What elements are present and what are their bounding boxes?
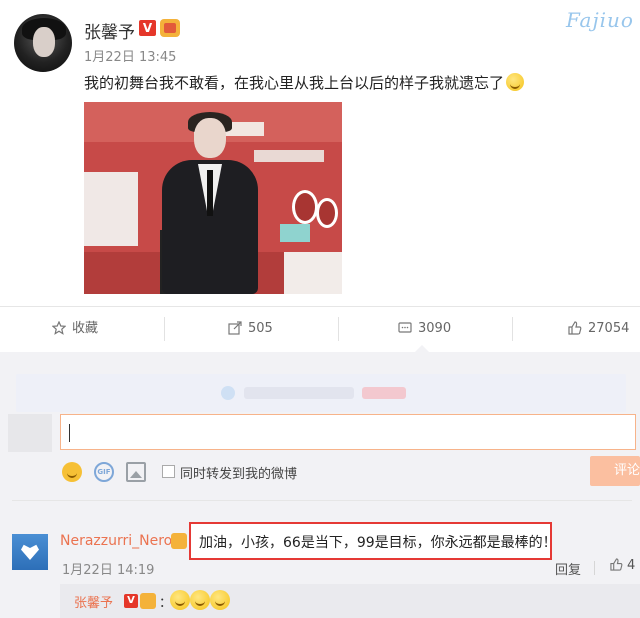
- like-count: 27054: [588, 321, 630, 336]
- current-user-avatar: [8, 414, 52, 452]
- thumbs-up-icon: [610, 558, 623, 575]
- blurred-banner: [16, 374, 626, 412]
- reply-button[interactable]: 回复: [555, 559, 581, 578]
- comment-like-count: 4: [627, 558, 636, 573]
- reply-author-name[interactable]: 张馨予: [74, 592, 113, 611]
- action-divider: [338, 317, 339, 341]
- author-avatar[interactable]: [14, 14, 72, 72]
- repost-icon: [228, 321, 242, 342]
- highlighted-comment-box: 加油，小孩，66是当下，99是目标，你永远都是最棒的！: [189, 522, 557, 560]
- member-level-icon: [171, 533, 187, 549]
- watermark: Fajiuo: [566, 8, 634, 32]
- divider: [12, 500, 632, 501]
- photo-person-head: [194, 118, 226, 158]
- image-upload-icon[interactable]: [126, 462, 146, 482]
- gif-icon[interactable]: GIF: [94, 462, 114, 482]
- author-name[interactable]: 张馨予: [84, 18, 135, 43]
- verified-icon: V: [124, 594, 138, 608]
- favorite-label: 收藏: [72, 321, 99, 336]
- divider: [594, 561, 595, 575]
- action-divider: [512, 317, 513, 341]
- repost-checkbox-label: 同时转发到我的微博: [180, 467, 298, 482]
- smile-emoji-icon: [170, 590, 190, 610]
- comment-icon: [398, 321, 412, 342]
- photo-person-tie: [207, 170, 213, 216]
- post-timestamp[interactable]: 1月22日 13:45: [84, 46, 176, 65]
- photo-counter: [284, 252, 342, 294]
- comment-like-button[interactable]: 4: [610, 558, 635, 575]
- action-divider: [164, 317, 165, 341]
- text-cursor: [69, 424, 70, 442]
- member-level-icon: [160, 19, 180, 37]
- photo-mirror: [292, 190, 318, 224]
- blurred-banner-link: [362, 387, 406, 399]
- comment-input[interactable]: [60, 414, 636, 450]
- weibo-post: 张馨予 V 1月22日 13:45 Fajiuo 我的初舞台我不敢看，在我心里从…: [0, 0, 640, 306]
- repost-button[interactable]: 505: [228, 319, 273, 339]
- like-button[interactable]: 27054: [568, 319, 629, 339]
- thumbs-up-icon: [568, 321, 582, 342]
- post-action-bar: 收藏 505 3090 27054: [0, 306, 640, 353]
- comment-section: GIF 同时转发到我的微博 评论 Nerazzurri_Nero 加油，小孩，6…: [0, 352, 640, 618]
- star-icon: [51, 320, 67, 342]
- author-reply: 张馨予 V ：: [60, 584, 640, 618]
- post-text-content: 我的初舞台我不敢看，在我心里从我上台以后的样子我就遗忘了: [84, 74, 505, 92]
- comment-button[interactable]: 3090: [398, 319, 451, 339]
- post-photo[interactable]: [84, 102, 342, 294]
- smile-emoji-icon: [210, 590, 230, 610]
- emoji-picker-icon[interactable]: [62, 462, 82, 482]
- repost-checkbox[interactable]: [162, 465, 175, 478]
- photo-shelf: [254, 150, 324, 162]
- submit-comment-button[interactable]: 评论: [590, 456, 640, 486]
- photo-counter: [84, 172, 138, 246]
- photo-mirror: [316, 198, 338, 228]
- commenter-name[interactable]: Nerazzurri_Nero: [60, 533, 172, 549]
- post-text: 我的初舞台我不敢看，在我心里从我上台以后的样子我就遗忘了: [84, 72, 525, 93]
- blurred-banner-icon: [221, 386, 235, 400]
- repost-count: 505: [248, 321, 273, 336]
- verified-icon: V: [139, 20, 156, 36]
- smile-emoji-icon: [190, 590, 210, 610]
- smile-emoji-icon: [506, 73, 525, 91]
- member-level-icon: [140, 593, 156, 609]
- blurred-banner-text: [244, 387, 354, 399]
- commenter-avatar[interactable]: [12, 534, 48, 570]
- comment-text: 加油，小孩，66是当下，99是目标，你永远都是最棒的！: [199, 535, 557, 551]
- comment-count: 3090: [418, 321, 452, 336]
- comment-timestamp: 1月22日 14:19: [62, 563, 155, 578]
- favorite-button[interactable]: 收藏: [51, 319, 99, 342]
- avatar-face: [33, 27, 55, 57]
- photo-gift-box: [280, 224, 310, 242]
